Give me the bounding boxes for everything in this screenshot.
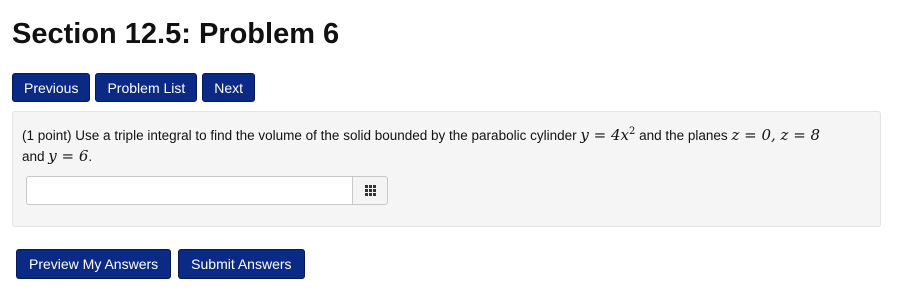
previous-button[interactable]: Previous bbox=[12, 73, 91, 102]
submit-answers-button[interactable]: Submit Answers bbox=[178, 249, 305, 279]
problem-statement: (1 point) Use a triple integral to find … bbox=[22, 122, 872, 167]
problem-text-and: and bbox=[22, 149, 45, 164]
cylinder-equation-base: y = 4x bbox=[580, 126, 629, 144]
answer-actions: Preview My Answers Submit Answers bbox=[16, 249, 305, 279]
planes-equation: z = 0, z = 8 bbox=[731, 126, 821, 144]
y-plane-equation: y = 6 bbox=[48, 147, 89, 165]
preview-answers-button[interactable]: Preview My Answers bbox=[16, 249, 172, 279]
answer-field-group bbox=[26, 176, 388, 205]
page-title: Section 12.5: Problem 6 bbox=[12, 18, 340, 50]
grid-icon bbox=[364, 185, 376, 196]
cylinder-equation: y = 4x2 bbox=[580, 126, 635, 144]
next-button[interactable]: Next bbox=[202, 73, 256, 102]
answer-input[interactable] bbox=[26, 176, 352, 205]
cylinder-equation-exponent: 2 bbox=[628, 126, 636, 137]
problem-text-middle: and the planes bbox=[639, 128, 728, 143]
problem-navigation: Previous Problem List Next bbox=[12, 73, 256, 102]
problem-period: . bbox=[88, 149, 93, 164]
problem-list-button[interactable]: Problem List bbox=[95, 73, 198, 102]
equation-palette-button[interactable] bbox=[352, 176, 388, 205]
problem-panel: (1 point) Use a triple integral to find … bbox=[12, 111, 881, 227]
problem-points: (1 point) bbox=[22, 128, 72, 143]
problem-text-before: Use a triple integral to find the volume… bbox=[75, 128, 577, 143]
